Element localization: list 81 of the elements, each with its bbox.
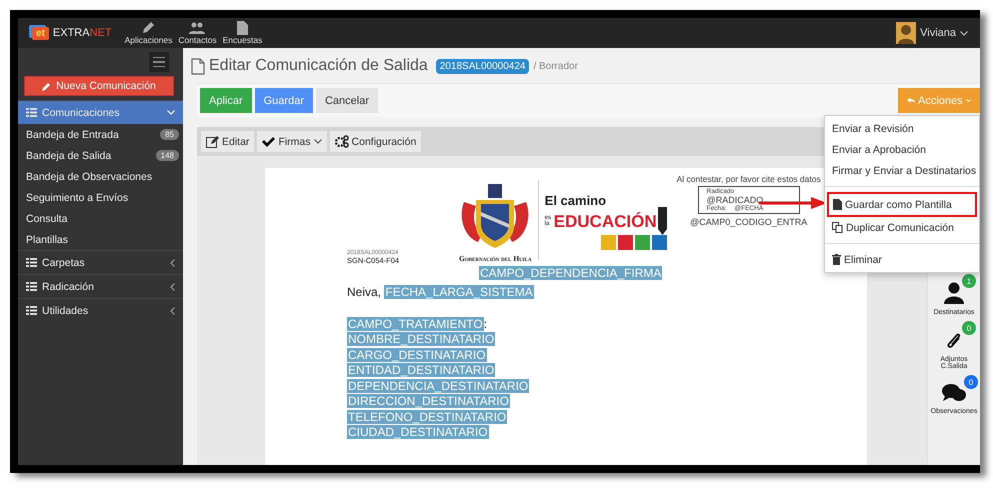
- status-text: / Borrador: [533, 60, 578, 72]
- page-title: Editar Comunicación de Salida: [209, 57, 428, 75]
- trash-icon: [832, 254, 841, 265]
- list-icon: [26, 108, 37, 117]
- merge-field: FECHA_LARGA_SISTEMA: [384, 285, 534, 299]
- chevron-down-icon: [966, 98, 971, 103]
- sidebar-item[interactable]: Consulta: [18, 208, 183, 229]
- pencil-icon: [658, 207, 667, 235]
- menu-item[interactable]: Enviar a Aprobación: [825, 139, 979, 160]
- user-menu[interactable]: Viviana: [896, 22, 968, 44]
- merge-field: DIRECCION_DESTINATARIO: [347, 394, 510, 408]
- merge-field: TELEFONO_DESTINATARIO: [347, 410, 508, 424]
- chevron-left-icon: [170, 306, 175, 314]
- sidebar-item[interactable]: Bandeja de Entrada 85: [18, 124, 183, 145]
- menu-toggle-icon[interactable]: [149, 52, 169, 72]
- copy-icon: [832, 222, 843, 233]
- campaign-icons-drawing: [600, 235, 667, 250]
- reply-icon: [907, 96, 916, 105]
- sidebar-section[interactable]: Comunicaciones: [18, 100, 183, 124]
- chevron-left-icon: [170, 258, 175, 266]
- merge-field: CAMPO_TRATAMIENTO: [347, 316, 484, 330]
- sidebar-item[interactable]: Bandeja de Salida 148: [18, 145, 183, 166]
- pencil-icon: [141, 21, 156, 35]
- editor-toolbar-button[interactable]: Firmas: [257, 131, 327, 152]
- menu-item[interactable]: Duplicar Comunicación: [825, 217, 979, 238]
- merge-field: CIUDAD_DESTINATARIO: [347, 425, 489, 439]
- sidebar-item[interactable]: Plantillas: [18, 229, 183, 250]
- sidebar-item[interactable]: Bandeja de Observaciones: [18, 166, 183, 187]
- menu-item[interactable]: Guardar como Plantilla: [827, 192, 977, 217]
- file-icon: [236, 21, 248, 35]
- campaign-title: EDUCACIÓN: [554, 212, 657, 230]
- logo-text: NET: [90, 27, 112, 39]
- merge-field: CARGO_DESTINATARIO: [347, 348, 487, 362]
- menu-item[interactable]: Firmar y Enviar a Destinatarios: [825, 160, 979, 181]
- sidebar-item[interactable]: Seguimiento a Envíos: [18, 187, 183, 208]
- nav-link[interactable]: Aplicaciones: [122, 21, 176, 48]
- city-text: Neiva,: [347, 285, 382, 299]
- users-icon: [189, 21, 206, 35]
- menu-item[interactable]: Eliminar: [825, 249, 979, 270]
- campaign-title: El camino: [544, 194, 606, 207]
- action-button[interactable]: Cancelar: [316, 88, 378, 113]
- merge-field: ENTIDAD_DESTINATARIO: [347, 363, 496, 377]
- sidebar-section[interactable]: Radicación: [18, 274, 183, 298]
- chevron-left-icon: [170, 282, 175, 290]
- count-badge: 148: [156, 150, 179, 161]
- editor-toolbar-button[interactable]: Editar: [201, 131, 254, 152]
- chevron-down-icon: [960, 30, 968, 36]
- count-badge: 85: [160, 129, 179, 140]
- chat-icon: [942, 383, 966, 403]
- colon-text: :: [484, 316, 488, 330]
- list-icon: [26, 282, 37, 291]
- person-icon: [944, 282, 964, 304]
- avatar-icon: [896, 22, 916, 44]
- gears-icon: [334, 135, 349, 148]
- document-icon: [191, 58, 205, 74]
- count-badge: 0: [962, 321, 976, 335]
- merge-field: DEPENDENCIA_DESTINATARIO: [347, 378, 530, 392]
- logo-badge: et: [32, 26, 49, 40]
- editor-toolbar-button[interactable]: Configuración: [330, 131, 422, 152]
- check-icon: [262, 136, 276, 146]
- chevron-down-icon: [167, 110, 175, 115]
- list-icon: [26, 306, 37, 315]
- nav-link[interactable]: Contactos: [175, 21, 220, 48]
- edit-icon: [206, 136, 219, 148]
- count-badge: 1: [962, 274, 976, 288]
- nav-link[interactable]: Encuestas: [220, 21, 266, 48]
- count-badge: 0: [964, 375, 978, 389]
- merge-field: CAMPO_DEPENDENCIA_FIRMA: [479, 266, 662, 280]
- code-badge: 2018SAL00000424: [436, 58, 530, 74]
- menu-item[interactable]: Enviar a Revisión: [825, 118, 979, 139]
- sidebar-section[interactable]: Utilidades: [18, 298, 183, 322]
- filing-note: Al contestar, por favor cite estos datos: [676, 174, 821, 184]
- stamp-code: @CAMP0_CODIGO_ENTRA: [690, 217, 808, 227]
- new-communication-button[interactable]: Nueva Comunicación: [24, 76, 174, 96]
- logo-text: EXTRA: [52, 27, 90, 39]
- stamp-value: @RADICADO: [706, 195, 764, 205]
- pencil-icon: [42, 81, 52, 91]
- file-icon: [833, 199, 842, 210]
- list-icon: [26, 258, 37, 267]
- sidebar-section[interactable]: Carpetas: [18, 250, 183, 274]
- merge-field: NOMBRE_DESTINATARIO: [347, 332, 496, 346]
